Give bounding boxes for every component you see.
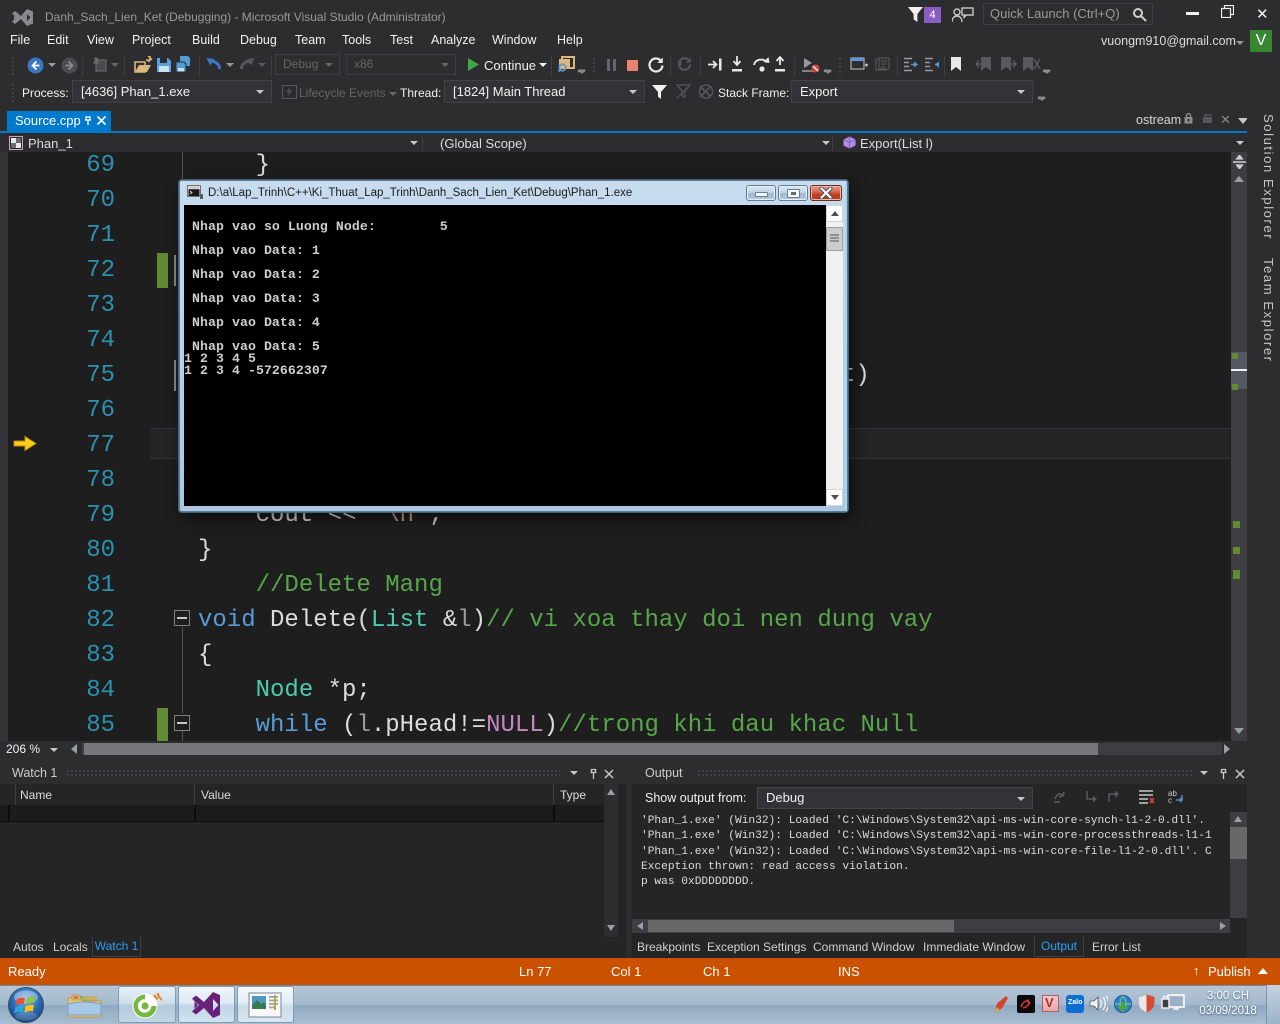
svg-text:c: c <box>1168 796 1172 804</box>
